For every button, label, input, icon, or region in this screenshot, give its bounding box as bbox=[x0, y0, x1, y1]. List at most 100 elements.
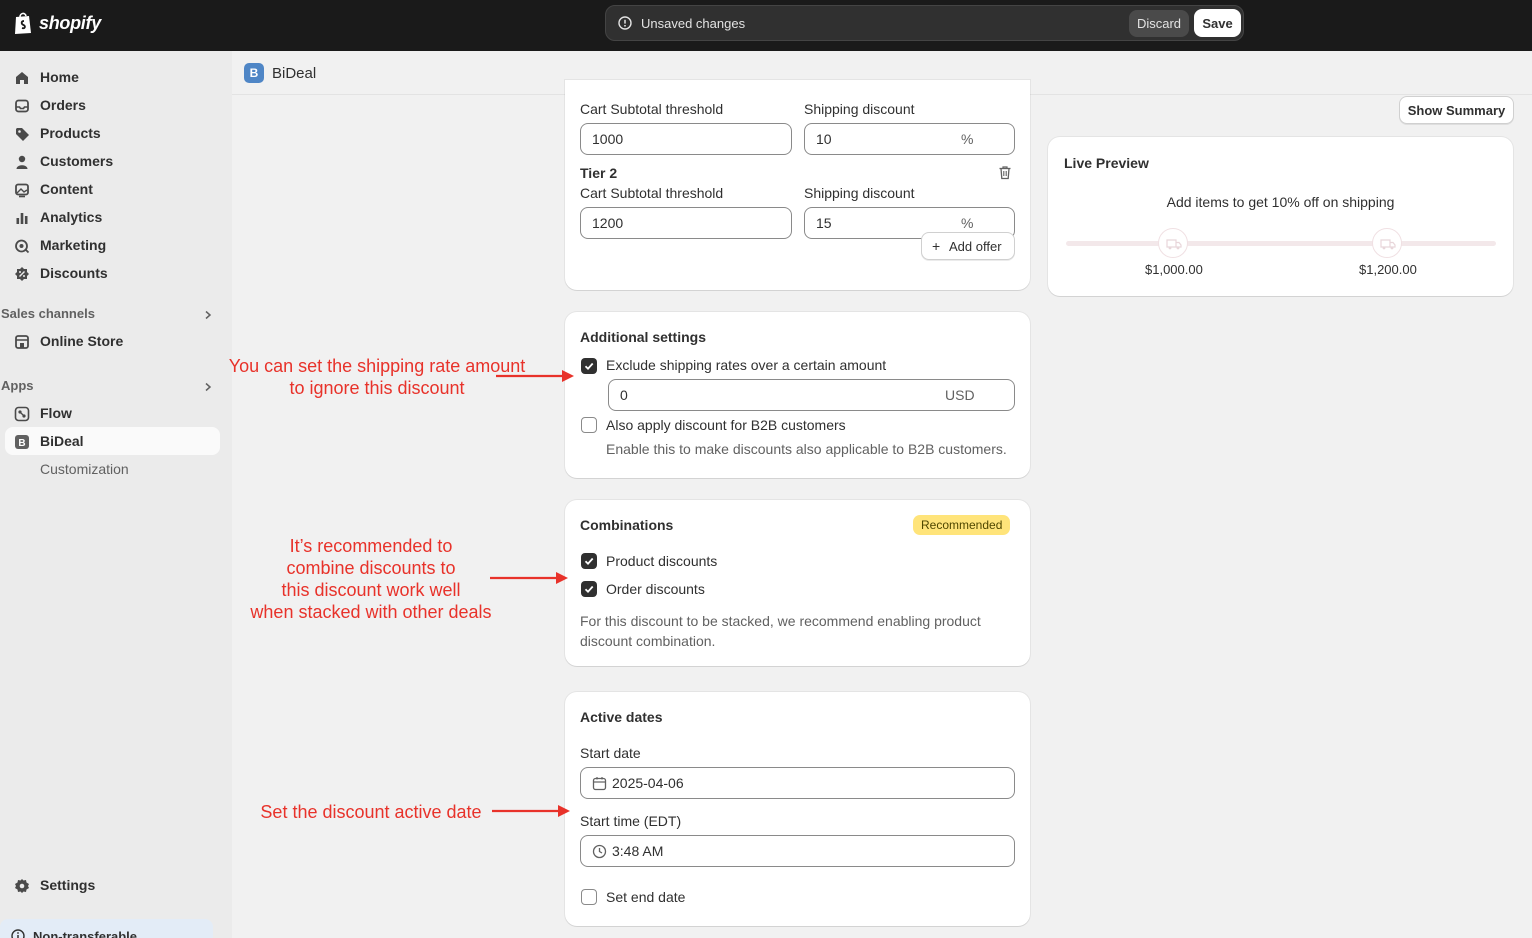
annotation-line: You can set the shipping rate amount bbox=[228, 356, 526, 376]
sidebar-item-label: Content bbox=[40, 181, 93, 197]
milestone-1-label: $1,000.00 bbox=[1145, 262, 1203, 277]
annotation-line: combine discounts to bbox=[286, 558, 456, 578]
sidebar-item-analytics[interactable]: Analytics bbox=[5, 203, 220, 231]
tier1-discount-label: Shipping discount bbox=[804, 101, 915, 117]
non-transferable-banner[interactable]: Non-transferable bbox=[0, 919, 213, 938]
sidebar-item-label: Customization bbox=[40, 461, 129, 477]
combinations-help-line1: For this discount to be stacked, we reco… bbox=[580, 613, 981, 629]
recommended-badge: Recommended bbox=[913, 515, 1011, 535]
discard-button[interactable]: Discard bbox=[1129, 10, 1189, 37]
tier1-threshold-input[interactable]: 1000 bbox=[580, 123, 792, 155]
tier2-threshold-label: Cart Subtotal threshold bbox=[580, 185, 724, 201]
chevron-right-icon[interactable] bbox=[203, 310, 213, 320]
start-time-label: Start time (EDT) bbox=[580, 813, 682, 829]
annotation-line: this discount work well bbox=[281, 580, 461, 600]
gear-icon bbox=[15, 879, 29, 893]
trash-icon[interactable] bbox=[998, 165, 1012, 180]
tier1-threshold-value: 1000 bbox=[592, 131, 624, 147]
start-date-input[interactable]: 2025-04-06 bbox=[580, 767, 1015, 799]
person-icon bbox=[16, 155, 28, 169]
annotation-line: It’s recommended to bbox=[289, 536, 453, 556]
milestone-2-label: $1,200.00 bbox=[1359, 262, 1417, 277]
home-icon bbox=[16, 72, 28, 84]
truck-icon bbox=[1166, 239, 1182, 250]
milestone-1 bbox=[1158, 228, 1188, 258]
progress-track bbox=[1066, 241, 1496, 246]
sidebar-item-bideal[interactable]: B BiDeal bbox=[5, 427, 220, 455]
tier2-discount-value: 15 bbox=[816, 215, 832, 231]
b2b-help-text: Enable this to make discounts also appli… bbox=[606, 441, 1007, 457]
checkmark-icon bbox=[584, 557, 594, 566]
tier2-title: Tier 2 bbox=[580, 165, 618, 181]
sales-channels-header: Sales channels bbox=[1, 306, 95, 321]
tier2-threshold-value: 1200 bbox=[592, 215, 624, 231]
sidebar-item-products[interactable]: Products bbox=[5, 119, 220, 147]
set-end-date-label: Set end date bbox=[606, 889, 686, 905]
tiers-card: Cart Subtotal threshold Shipping discoun… bbox=[565, 80, 1030, 290]
sidebar-item-customization[interactable]: Customization bbox=[5, 455, 220, 483]
annotation-arrow bbox=[496, 370, 574, 382]
unsaved-message: Unsaved changes bbox=[641, 16, 746, 31]
sidebar-item-home[interactable]: Home bbox=[5, 63, 220, 91]
add-offer-button[interactable]: + Add offer bbox=[921, 232, 1015, 260]
sidebar-item-label: Orders bbox=[40, 97, 86, 113]
shopify-bag-icon bbox=[15, 12, 31, 34]
checkmark-icon bbox=[584, 362, 594, 371]
b2b-checkbox[interactable] bbox=[581, 417, 597, 433]
sidebar-item-online-store[interactable]: Online Store bbox=[5, 327, 220, 355]
chevron-right-icon[interactable] bbox=[203, 382, 213, 392]
annotation-arrow bbox=[490, 572, 568, 584]
milestone-2 bbox=[1372, 228, 1402, 258]
sidebar-item-label: Settings bbox=[40, 877, 96, 893]
top-bar: shopify Unsaved changes Discard Save bbox=[0, 0, 1532, 51]
shopify-logo[interactable]: shopify bbox=[12, 11, 101, 35]
bideal-app-icon: B bbox=[15, 435, 29, 449]
unsaved-changes-bar: Unsaved changes Discard Save bbox=[605, 5, 1244, 41]
sidebar-item-content[interactable]: Content bbox=[5, 175, 220, 203]
percent-suffix: % bbox=[961, 131, 974, 147]
target-icon bbox=[15, 239, 30, 254]
product-discounts-checkbox[interactable] bbox=[581, 553, 597, 569]
save-button[interactable]: Save bbox=[1194, 9, 1241, 37]
b2b-label: Also apply discount for B2B customers bbox=[606, 417, 846, 433]
sidebar-item-label: Discounts bbox=[40, 265, 108, 281]
additional-settings-title: Additional settings bbox=[580, 329, 706, 345]
alert-circle-icon bbox=[618, 16, 632, 30]
info-icon bbox=[11, 929, 25, 938]
sidebar-item-label: Online Store bbox=[40, 333, 124, 349]
sidebar-item-label: Analytics bbox=[40, 209, 103, 225]
active-dates-title: Active dates bbox=[580, 709, 663, 725]
sidebar-item-customers[interactable]: Customers bbox=[5, 147, 220, 175]
inbox-icon bbox=[15, 99, 29, 113]
exclude-shipping-checkbox[interactable] bbox=[581, 358, 597, 374]
store-icon bbox=[15, 335, 29, 349]
clock-icon bbox=[592, 844, 607, 859]
exclude-amount-input[interactable]: 0 USD bbox=[608, 379, 1015, 411]
set-end-date-checkbox[interactable] bbox=[581, 889, 597, 905]
apps-header: Apps bbox=[1, 378, 34, 393]
sidebar-item-marketing[interactable]: Marketing bbox=[5, 231, 220, 259]
sidebar-item-settings[interactable]: Settings bbox=[5, 871, 220, 899]
preview-message: Add items to get 10% off on shipping bbox=[1166, 194, 1395, 210]
annotation-active-date: Set the discount active date bbox=[260, 802, 482, 822]
tag-icon bbox=[16, 128, 29, 141]
start-time-input[interactable]: 3:48 AM bbox=[580, 835, 1015, 867]
annotation-shipping-rate: You can set the shipping rate amount to … bbox=[226, 355, 528, 399]
sidebar: Home Orders Products Customers Content A… bbox=[0, 51, 232, 938]
bideal-logo-icon: B bbox=[244, 63, 264, 83]
tier2-discount-label: Shipping discount bbox=[804, 185, 915, 201]
sidebar-item-flow[interactable]: Flow bbox=[5, 399, 220, 427]
sidebar-item-orders[interactable]: Orders bbox=[5, 91, 220, 119]
tier2-threshold-input[interactable]: 1200 bbox=[580, 207, 792, 239]
tier1-discount-input[interactable]: 10 % bbox=[804, 123, 1015, 155]
start-date-label: Start date bbox=[580, 745, 641, 761]
start-date-value: 2025-04-06 bbox=[612, 775, 684, 791]
sidebar-item-discounts[interactable]: Discounts bbox=[5, 259, 220, 287]
calendar-icon bbox=[592, 777, 607, 791]
annotation-line: when stacked with other deals bbox=[250, 602, 492, 622]
show-summary-button[interactable]: Show Summary bbox=[1399, 96, 1514, 124]
order-discounts-checkbox[interactable] bbox=[581, 581, 597, 597]
currency-suffix: USD bbox=[945, 387, 975, 403]
sidebar-item-label: Products bbox=[40, 125, 101, 141]
tier1-discount-value: 10 bbox=[816, 131, 832, 147]
